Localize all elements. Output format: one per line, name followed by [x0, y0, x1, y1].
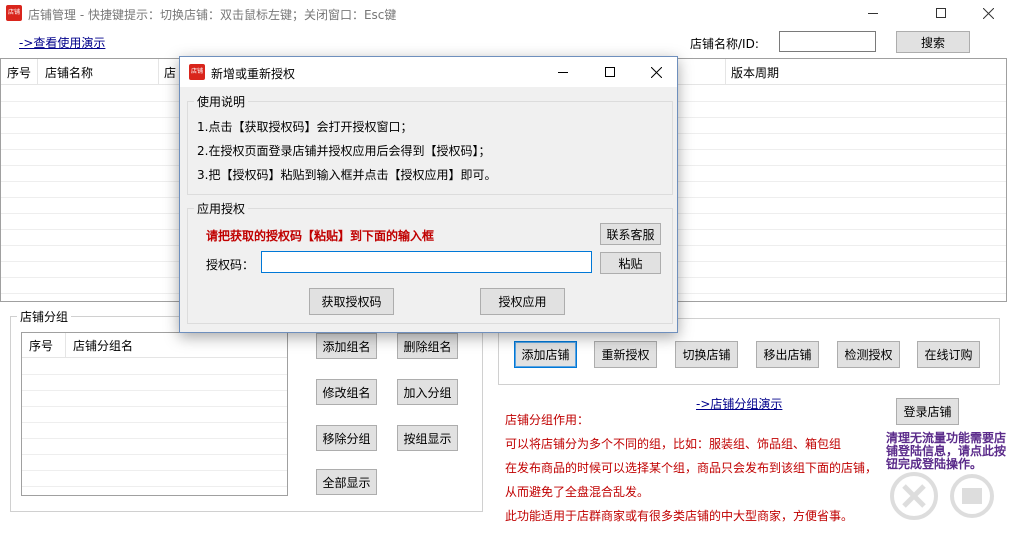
group-info-line: 此功能适用于店群商家或有很多类店铺的中大型商家，方便省事。 — [505, 509, 854, 523]
help-demo-link[interactable]: ->查看使用演示 — [19, 34, 105, 51]
instruction-line: 1.点击【获取授权码】会打开授权窗口； — [197, 120, 413, 134]
minimize-button[interactable] — [850, 0, 896, 26]
column-header-shop-name[interactable]: 店铺名称 — [45, 64, 93, 81]
search-input[interactable] — [779, 31, 876, 52]
dialog-title: 新增或重新授权 — [211, 67, 296, 81]
remove-shop-button[interactable]: 移出店铺 — [756, 341, 819, 368]
authorize-dialog: 店铺 新增或重新授权 使用说明 1.点击【获取授权码】会打开授权窗口； 2.在授… — [179, 56, 678, 333]
title-bar: 店铺 店铺管理 - 快捷键提示：切换店铺：双击鼠标左键；关闭窗口：Esc键 — [0, 0, 1011, 27]
group-table-body — [22, 359, 287, 495]
dialog-maximize-button[interactable] — [595, 62, 625, 82]
maximize-icon — [605, 67, 615, 77]
login-shop-button[interactable]: 登录店铺 — [896, 398, 959, 425]
instructions-legend: 使用说明 — [194, 93, 249, 110]
instruction-line: 2.在授权页面登录店铺并授权应用后会得到【授权码】； — [197, 144, 491, 158]
column-header-version-period[interactable]: 版本周期 — [731, 64, 779, 81]
apply-auth-group: 应用授权 请把获取的授权码【粘贴】到下面的输入框 联系客服 授权码： 粘贴 获取… — [187, 200, 673, 324]
maximize-icon — [936, 8, 946, 18]
minimize-icon — [558, 71, 568, 73]
instructions-group: 使用说明 1.点击【获取授权码】会打开授权窗口； 2.在授权页面登录店铺并授权应… — [187, 93, 673, 195]
auth-code-input[interactable] — [261, 251, 592, 273]
shop-group-legend: 店铺分组 — [17, 308, 72, 325]
add-shop-button[interactable]: 添加店铺 — [514, 341, 577, 368]
auth-code-label: 授权码： — [206, 258, 255, 272]
join-group-button[interactable]: 加入分组 — [397, 379, 458, 405]
site-watermark — [874, 462, 1010, 530]
show-by-group-button[interactable]: 按组显示 — [397, 425, 458, 451]
paste-button[interactable]: 粘贴 — [600, 252, 661, 274]
reauthorize-button[interactable]: 重新授权 — [594, 341, 657, 368]
dialog-minimize-button[interactable] — [548, 62, 578, 82]
delete-group-button[interactable]: 删除组名 — [397, 333, 458, 359]
group-table[interactable]: 序号 店铺分组名 — [21, 332, 288, 496]
group-column-index[interactable]: 序号 — [29, 337, 53, 354]
watermark-logo — [890, 472, 994, 520]
close-button[interactable] — [965, 0, 1011, 26]
group-info-line: 在发布商品的时候可以选择某个组，商品只会发布到该组下面的店铺， — [505, 461, 878, 475]
switch-shop-button[interactable]: 切换店铺 — [675, 341, 738, 368]
instruction-line: 3.把【授权码】粘贴到输入框并点击【授权应用】即可。 — [197, 168, 497, 182]
order-online-button[interactable]: 在线订购 — [917, 341, 980, 368]
column-header-index[interactable]: 序号 — [7, 64, 31, 81]
apply-auth-button[interactable]: 授权应用 — [480, 288, 565, 315]
get-auth-code-button[interactable]: 获取授权码 — [309, 288, 394, 315]
group-info-line: 可以将店铺分为多个不同的组，比如：服装组、饰品组、箱包组 — [505, 437, 842, 451]
column-header-shop[interactable]: 店 — [164, 64, 176, 81]
close-icon — [650, 66, 662, 78]
group-demo-link[interactable]: ->店铺分组演示 — [696, 395, 782, 412]
close-icon — [982, 7, 994, 19]
contact-support-button[interactable]: 联系客服 — [600, 223, 661, 245]
minimize-icon — [868, 12, 878, 14]
remove-from-group-button[interactable]: 移除分组 — [316, 425, 377, 451]
app-icon: 店铺 — [6, 5, 22, 21]
group-info-title: 店铺分组作用： — [505, 413, 590, 427]
group-column-name[interactable]: 店铺分组名 — [73, 337, 133, 354]
dialog-close-button[interactable] — [641, 62, 671, 82]
apply-auth-legend: 应用授权 — [194, 200, 249, 217]
dialog-app-icon: 店铺 — [189, 64, 205, 80]
group-info-line: 从而避免了全盘混合乱发。 — [505, 485, 650, 499]
add-group-button[interactable]: 添加组名 — [316, 333, 377, 359]
search-label: 店铺名称/ID: — [690, 37, 759, 51]
check-auth-button[interactable]: 检测授权 — [837, 341, 900, 368]
group-table-header: 序号 店铺分组名 — [22, 333, 287, 358]
rename-group-button[interactable]: 修改组名 — [316, 379, 377, 405]
search-button[interactable]: 搜索 — [896, 31, 970, 53]
dialog-title-bar: 店铺 新增或重新授权 — [180, 57, 677, 87]
window-title: 店铺管理 - 快捷键提示：切换店铺：双击鼠标左键；关闭窗口：Esc键 — [28, 8, 397, 22]
paste-warning: 请把获取的授权码【粘贴】到下面的输入框 — [206, 229, 435, 243]
show-all-button[interactable]: 全部显示 — [316, 469, 377, 495]
maximize-button[interactable] — [918, 0, 964, 26]
